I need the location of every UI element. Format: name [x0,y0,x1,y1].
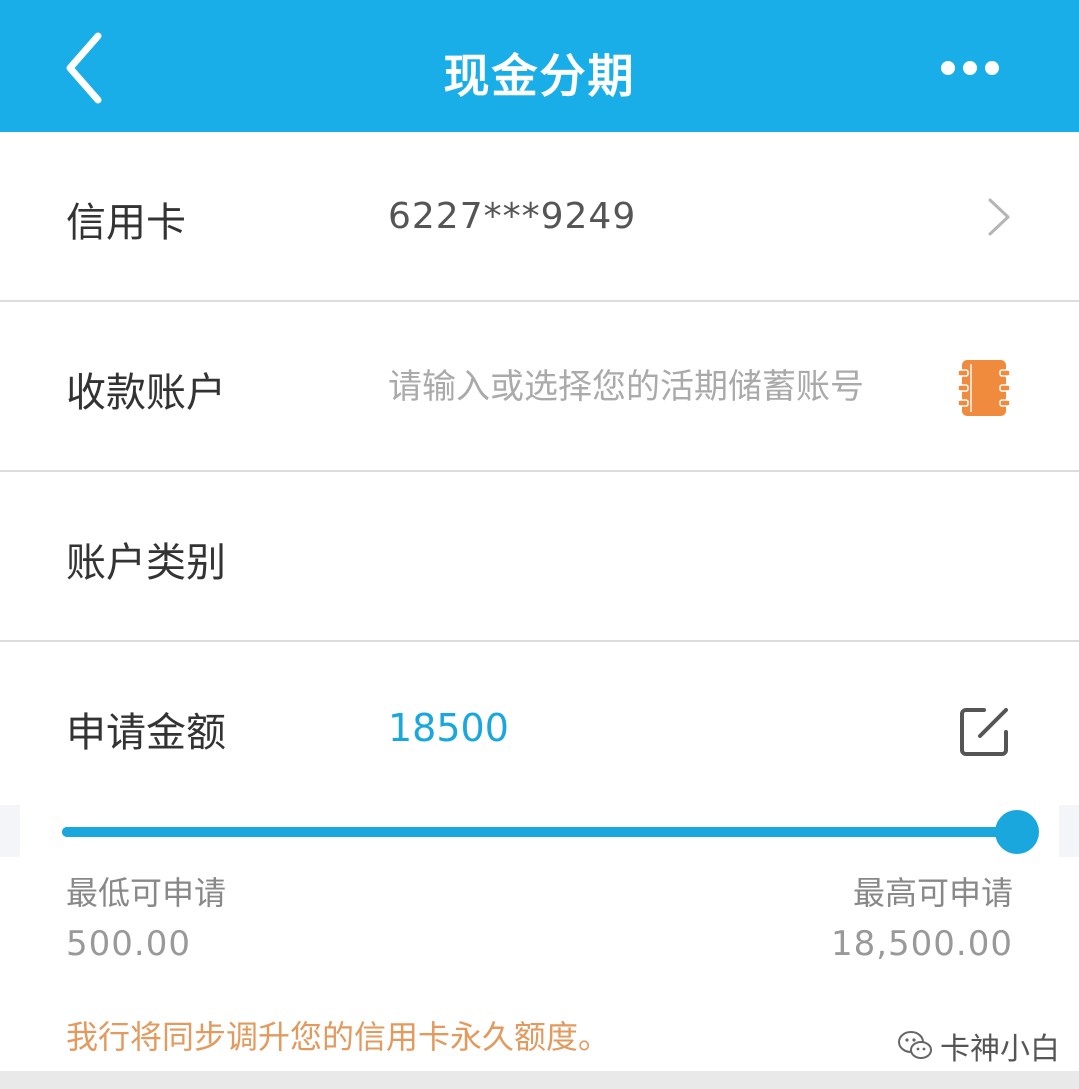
slider-gutter-right [1059,805,1079,857]
credit-card-value: 6227***9249 [388,196,637,237]
credit-card-label: 信用卡 [66,200,186,246]
account-type-label: 账户类别 [66,540,226,586]
amount-row: 申请金额 18500 [0,642,1079,811]
amount-slider-thumb[interactable] [995,810,1039,854]
page-title: 现金分期 [443,49,636,103]
min-amount-label: 最低可申请 [66,874,227,912]
wechat-icon [898,1031,932,1059]
slider-gutter-left [0,805,20,857]
more-button[interactable] [930,48,1010,88]
credit-card-row[interactable]: 信用卡 6227***9249 [0,132,1079,301]
bottom-bar [0,1071,1079,1089]
edit-amount-button[interactable] [954,702,1014,762]
watermark: 卡神小白 [896,1024,1060,1068]
credit-card-select[interactable] [980,194,1016,240]
receiving-account-row: 收款账户 [0,302,1079,471]
address-book-icon [957,360,1011,416]
max-amount-value: 18,500.00 [830,924,1013,964]
receiving-account-input[interactable] [388,360,928,414]
account-book-button[interactable] [956,358,1012,418]
max-amount-label: 最高可申请 [852,874,1013,912]
account-type-row[interactable]: 账户类别 [0,472,1079,641]
chevron-right-icon [988,198,1010,236]
amount-label: 申请金额 [66,710,226,756]
amount-value[interactable]: 18500 [388,706,509,750]
min-amount-value: 500.00 [66,924,191,964]
app-bar: 现金分期 [0,0,1079,132]
watermark-text: 卡神小白 [940,1032,1060,1067]
receiving-account-label: 收款账户 [66,370,226,416]
credit-limit-notice: 我行将同步调升您的信用卡永久额度。 [66,1018,611,1056]
amount-slider-track[interactable] [62,827,1017,837]
amount-slider-fill [62,827,1017,837]
edit-icon [960,708,1008,756]
more-horizontal-icon [941,61,999,75]
